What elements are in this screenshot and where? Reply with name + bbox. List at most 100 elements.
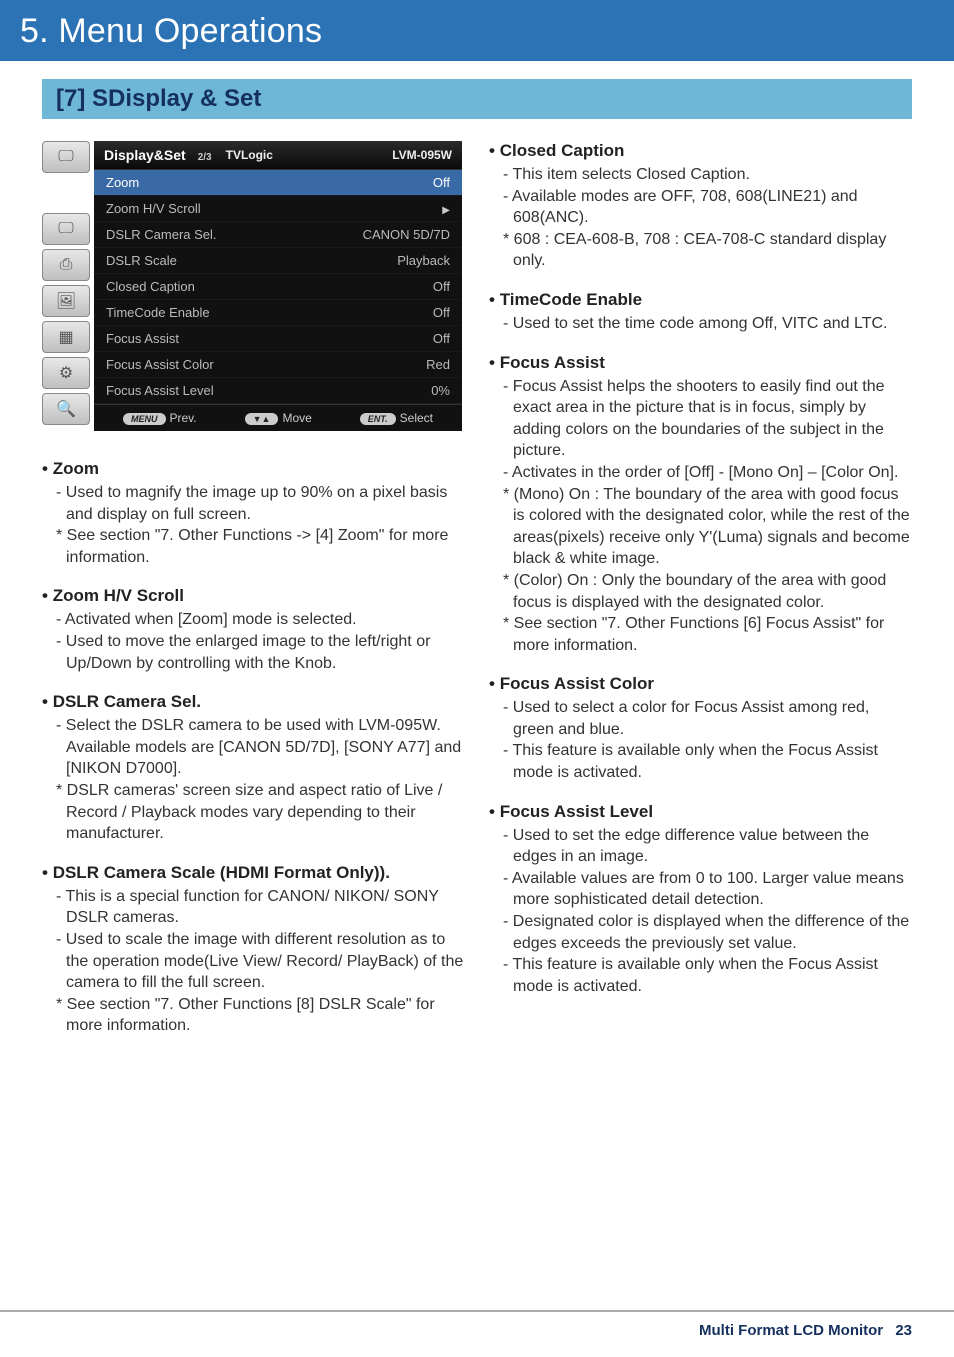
osd-row-label: Focus Assist Level (106, 383, 214, 398)
osd-row: DSLR Scale Playback (94, 248, 462, 274)
explain-item-line: * (Mono) On : The boundary of the area w… (495, 484, 912, 570)
osd-row-value: Playback (397, 253, 450, 268)
section-title: [7] SDisplay & Set (56, 85, 261, 112)
osd-rows: Zoom Off Zoom H/V Scroll DSLR Camera Sel. CA… (94, 170, 462, 404)
explain-item: Zoom - Used to magnify the image up to 90… (42, 459, 465, 568)
explain-item: Focus Assist - Focus Assist helps the sho… (489, 353, 912, 657)
osd-row-label: TimeCode Enable (106, 305, 210, 320)
explain-item-line: * 608 : CEA-608-B, 708 : CEA-708-C stand… (495, 229, 912, 272)
footer-page-number: 23 (895, 1322, 912, 1339)
osd-row: Closed Caption Off (94, 274, 462, 300)
explain-item-line: - Designated color is displayed when the… (495, 911, 912, 954)
left-items: Zoom - Used to magnify the image up to 90… (42, 459, 465, 1037)
right-column: Closed Caption - This item selects Closed… (489, 141, 912, 1055)
explain-item: Focus Assist Color - Used to select a col… (489, 674, 912, 783)
explain-item-line: * See section "7. Other Functions [6] Fo… (495, 613, 912, 656)
explain-item-head: Focus Assist Color (489, 674, 912, 694)
osd-select: ENT.Select (360, 411, 433, 425)
osd-row-label: DSLR Scale (106, 253, 177, 268)
chapter-header: 5. Menu Operations (0, 0, 954, 61)
osd-title-row: Display&Set 2/3 TVLogic LVM-095W (94, 141, 462, 170)
explain-item: Focus Assist Level - Used to set the edge… (489, 802, 912, 998)
explain-item-line: - Used to magnify the image up to 90% on… (48, 482, 465, 525)
osd-icon-1: 🖵 (42, 213, 90, 245)
explain-item-line: - Used to scale the image with different… (48, 929, 465, 994)
osd-side-icons: 🖵 🖵 ⎙ 🖼 ▦ ⚙ 🔍 (42, 141, 90, 431)
explain-item-line: - Used to select a color for Focus Assis… (495, 697, 912, 740)
osd-row-value: Off (433, 279, 450, 294)
explain-item-line: - Activated when [Zoom] mode is selected… (48, 609, 465, 631)
explain-item-head: DSLR Camera Scale (HDMI Format Only)). (42, 863, 465, 883)
explain-item-line: - This item selects Closed Caption. (495, 164, 912, 186)
osd-row: DSLR Camera Sel. CANON 5D/7D (94, 222, 462, 248)
explain-item-line: - Available modes are OFF, 708, 608(LINE… (495, 186, 912, 229)
explain-item: TimeCode Enable - Used to set the time co… (489, 290, 912, 335)
osd-row-label: DSLR Camera Sel. (106, 227, 217, 242)
osd-prev: MENUPrev. (123, 411, 197, 425)
explain-item-head: Zoom (42, 459, 465, 479)
explain-item-head: TimeCode Enable (489, 290, 912, 310)
explain-item: Zoom H/V Scroll - Activated when [Zoom] m… (42, 586, 465, 674)
explain-item-line: - Used to set the edge difference value … (495, 825, 912, 868)
osd-row-value: CANON 5D/7D (363, 227, 450, 242)
explain-item-head: Focus Assist Level (489, 802, 912, 822)
content-columns: 🖵 🖵 ⎙ 🖼 ▦ ⚙ 🔍 Display&Set 2/3 TVLogic LV… (0, 141, 954, 1055)
osd-icon-2: ⎙ (42, 249, 90, 281)
osd-row: Focus Assist Level 0% (94, 378, 462, 404)
osd-footer: MENUPrev. ▼▲Move ENT.Select (94, 404, 462, 431)
explain-item-line: * See section "7. Other Functions -> [4]… (48, 525, 465, 568)
osd-icon-0: 🖵 (42, 141, 90, 173)
explain-item-line: - This feature is available only when th… (495, 954, 912, 997)
explain-item-line: - Used to move the enlarged image to the… (48, 631, 465, 674)
explain-item-line: - Focus Assist helps the shooters to eas… (495, 376, 912, 462)
osd-row: Focus Assist Color Red (94, 352, 462, 378)
page-footer: Multi Format LCD Monitor 23 (0, 1310, 954, 1339)
explain-item-line: - Used to set the time code among Off, V… (495, 313, 912, 335)
osd-icon-3: 🖼 (42, 285, 90, 317)
explain-item-line: * See section "7. Other Functions [8] DS… (48, 994, 465, 1037)
osd-row-label: Zoom H/V Scroll (106, 201, 201, 216)
chapter-title: 5. Menu Operations (20, 12, 934, 51)
right-items: Closed Caption - This item selects Closed… (489, 141, 912, 997)
osd-brand: TVLogic (226, 148, 273, 162)
section-header: [7] SDisplay & Set (42, 79, 912, 119)
osd-panel: Display&Set 2/3 TVLogic LVM-095W Zoom Off… (94, 141, 462, 431)
osd-model: LVM-095W (392, 148, 452, 162)
explain-item-line: - Select the DSLR camera to be used with… (48, 715, 465, 780)
explain-item-line: * DSLR cameras' screen size and aspect r… (48, 780, 465, 845)
osd-row-label: Closed Caption (106, 279, 195, 294)
osd-row-label: Focus Assist (106, 331, 179, 346)
osd-move: ▼▲Move (245, 411, 312, 425)
osd-row-label: Zoom (106, 175, 139, 190)
osd-page: 2/3 (198, 152, 212, 163)
osd-icon-5: ⚙ (42, 357, 90, 389)
explain-item: DSLR Camera Sel. - Select the DSLR camera… (42, 692, 465, 845)
explain-item-head: Closed Caption (489, 141, 912, 161)
explain-item-line: - This is a special function for CANON/ … (48, 886, 465, 929)
explain-item-head: Zoom H/V Scroll (42, 586, 465, 606)
osd-row: Focus Assist Off (94, 326, 462, 352)
explain-item-head: DSLR Camera Sel. (42, 692, 465, 712)
osd-row-value: Red (426, 357, 450, 372)
explain-item: DSLR Camera Scale (HDMI Format Only)). - … (42, 863, 465, 1037)
footer-label: Multi Format LCD Monitor (699, 1322, 883, 1339)
explain-item-line: * (Color) On : Only the boundary of the … (495, 570, 912, 613)
left-column: 🖵 🖵 ⎙ 🖼 ▦ ⚙ 🔍 Display&Set 2/3 TVLogic LV… (42, 141, 465, 1055)
osd-icon-6: 🔍 (42, 393, 90, 425)
osd-row-value: Off (433, 175, 450, 190)
explain-item-line: - Activates in the order of [Off] - [Mon… (495, 462, 912, 484)
osd-icon-4: ▦ (42, 321, 90, 353)
osd-row-value: Off (433, 331, 450, 346)
osd-row-value (442, 201, 450, 216)
explain-item-line: - This feature is available only when th… (495, 740, 912, 783)
explain-item-head: Focus Assist (489, 353, 912, 373)
osd-row: Zoom Off (94, 170, 462, 196)
osd-row-value: 0% (431, 383, 450, 398)
osd-row-value: Off (433, 305, 450, 320)
osd-row-label: Focus Assist Color (106, 357, 214, 372)
osd-row: Zoom H/V Scroll (94, 196, 462, 222)
osd-row: TimeCode Enable Off (94, 300, 462, 326)
explain-item-line: - Available values are from 0 to 100. La… (495, 868, 912, 911)
explain-item: Closed Caption - This item selects Closed… (489, 141, 912, 272)
osd-menu-figure: 🖵 🖵 ⎙ 🖼 ▦ ⚙ 🔍 Display&Set 2/3 TVLogic LV… (42, 141, 462, 431)
